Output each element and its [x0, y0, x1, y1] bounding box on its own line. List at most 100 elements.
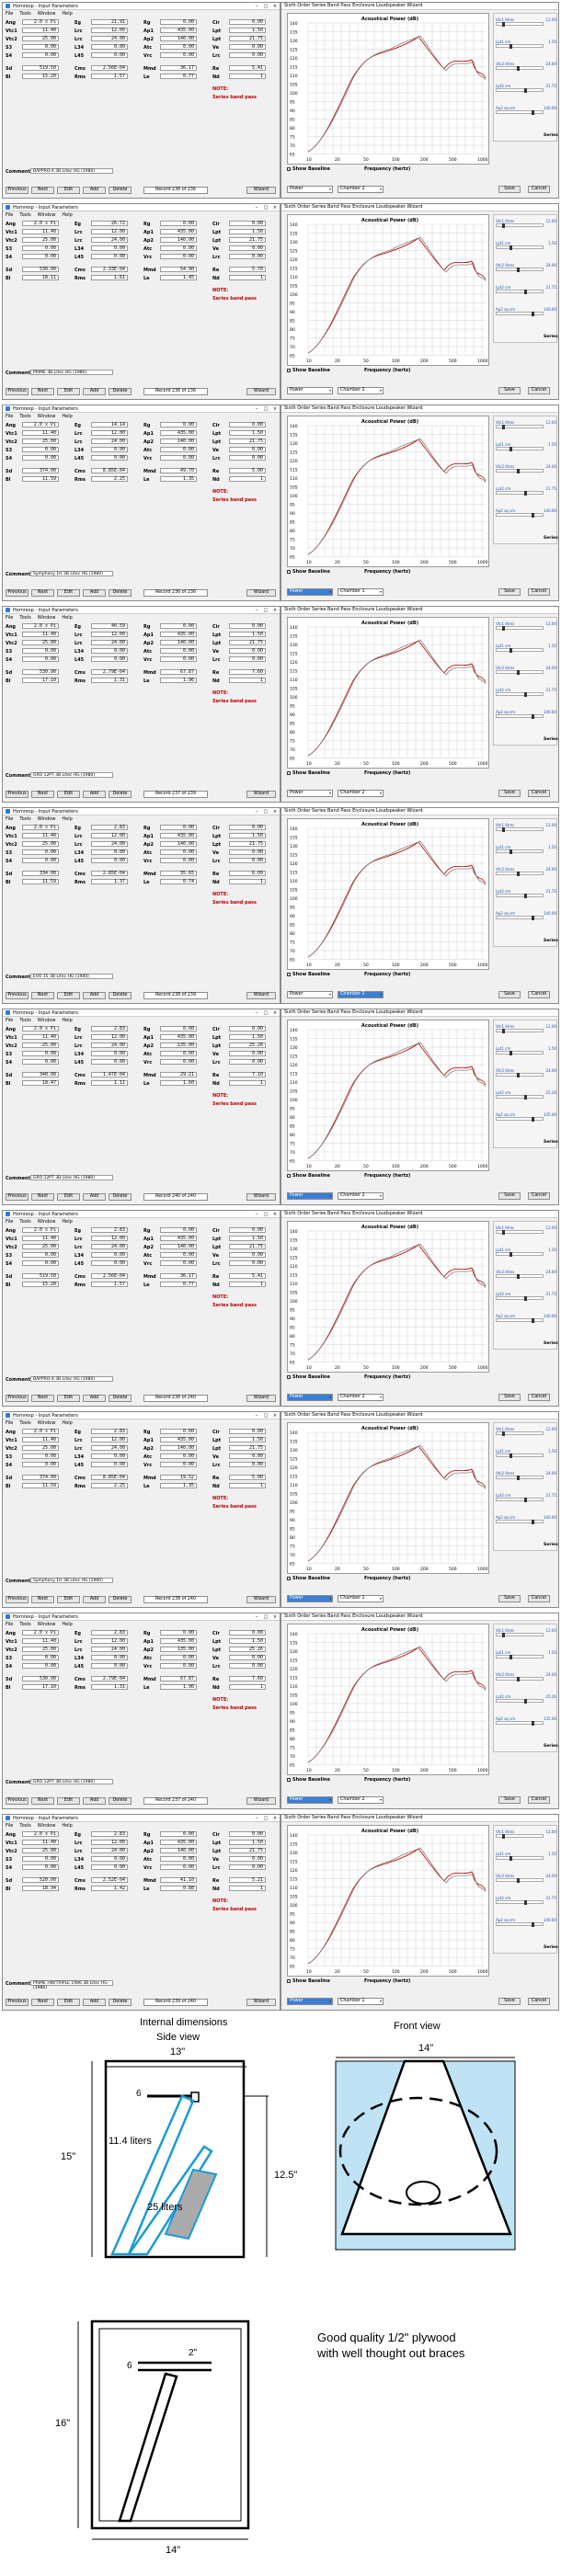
param-value[interactable]: 12.00 — [91, 1437, 128, 1442]
cancel-button[interactable]: Cancel — [528, 1192, 550, 1200]
param-value[interactable]: 0.00 — [160, 1655, 197, 1660]
nav-button[interactable]: Next — [31, 1797, 54, 1805]
param-value[interactable]: 0.00 — [91, 849, 128, 855]
param-value[interactable]: 1.50 — [229, 833, 266, 838]
show-baseline-checkbox[interactable]: Show Baseline — [287, 770, 330, 776]
save-button[interactable]: Save — [498, 387, 521, 394]
slider-track[interactable] — [496, 827, 544, 832]
param-value[interactable]: 140.00 — [160, 841, 197, 847]
save-button[interactable]: Save — [498, 1394, 521, 1401]
slider-track[interactable] — [496, 1856, 544, 1861]
slider-track[interactable] — [496, 22, 544, 27]
param-value[interactable]: 2.0 x Pi — [22, 623, 59, 629]
param-value[interactable]: 0.00 — [22, 447, 59, 452]
param-value[interactable]: 2.56E-04 — [91, 1273, 128, 1279]
param-value[interactable]: 35.65 — [160, 871, 197, 876]
checkbox-icon[interactable] — [287, 972, 291, 976]
param-value[interactable]: 0.00 — [229, 447, 266, 452]
param-value[interactable]: 36.17 — [160, 65, 197, 71]
param-value[interactable]: 2.79E-04 — [91, 669, 128, 675]
param-value[interactable]: 530.90 — [22, 669, 59, 675]
slider-thumb[interactable] — [524, 491, 527, 496]
param-value[interactable]: 0.00 — [160, 1864, 197, 1870]
checkbox-icon[interactable] — [287, 770, 291, 775]
param-value[interactable]: 0.00 — [22, 52, 59, 58]
param-value[interactable]: 519.50 — [22, 65, 59, 71]
param-value[interactable]: 2.0 x Pi — [22, 1227, 59, 1233]
param-value[interactable]: 435.00 — [160, 28, 197, 33]
param-value[interactable]: 11.40 — [22, 1638, 59, 1644]
slider-thumb[interactable] — [502, 22, 505, 27]
param-value[interactable]: 140.00 — [160, 640, 197, 645]
slider-thumb[interactable] — [509, 1051, 512, 1055]
param-value[interactable]: 0.00 — [229, 254, 266, 259]
param-value[interactable]: 0.00 — [229, 1059, 266, 1065]
menu-item[interactable]: Tools — [19, 1018, 30, 1023]
param-value[interactable]: 1 — [229, 879, 266, 884]
nav-button[interactable]: Add — [83, 1999, 106, 2006]
checkbox-icon[interactable] — [287, 1978, 291, 1983]
slider-track[interactable] — [496, 670, 544, 675]
slider-thumb[interactable] — [517, 469, 520, 473]
slider-track[interactable] — [496, 513, 544, 518]
wizard-button[interactable]: Wizard — [246, 1193, 276, 1201]
param-value[interactable]: 374.00 — [22, 1475, 59, 1480]
comment-field[interactable]: PRIME 3B Litec HG (1980) — [30, 370, 113, 375]
slider-track[interactable] — [496, 1699, 544, 1704]
plot-type-dropdown[interactable]: Power ▾ — [287, 1192, 333, 1200]
slider-thumb[interactable] — [517, 1274, 520, 1279]
param-value[interactable]: 12.00 — [91, 1840, 128, 1845]
param-value[interactable]: 6.09 — [229, 871, 266, 876]
param-value[interactable]: 0.00 — [160, 858, 197, 863]
comment-field[interactable]: GRO 12PT 3B Litec HG (1980) — [30, 1175, 113, 1180]
nav-button[interactable]: Edit — [57, 187, 80, 194]
param-value[interactable]: 0.00 — [160, 1831, 197, 1837]
wizard-button[interactable]: Wizard — [246, 1395, 276, 1402]
save-button[interactable]: Save — [498, 991, 521, 998]
param-value[interactable]: 7.60 — [229, 669, 266, 675]
cancel-button[interactable]: Cancel — [528, 991, 550, 998]
nav-button[interactable]: Delete — [109, 1395, 132, 1402]
minimize-icon[interactable]: – — [252, 1413, 261, 1419]
param-value[interactable]: 1.45 — [160, 275, 197, 280]
param-value[interactable]: 1.60 — [160, 1080, 197, 1086]
menu-item[interactable]: Help — [62, 1622, 72, 1627]
slider-track[interactable] — [496, 268, 544, 272]
param-value[interactable]: 1 — [229, 1282, 266, 1287]
param-value[interactable]: 36.17 — [160, 1273, 197, 1279]
slider-track[interactable] — [496, 1230, 544, 1235]
minimize-icon[interactable]: – — [252, 4, 261, 9]
param-value[interactable]: 0.00 — [91, 858, 128, 863]
param-value[interactable]: 11.40 — [22, 632, 59, 637]
param-value[interactable]: 1.50 — [229, 229, 266, 234]
param-value[interactable]: 1.50 — [229, 1437, 266, 1442]
show-baseline-checkbox[interactable]: Show Baseline — [287, 569, 330, 575]
param-value[interactable]: 435.00 — [160, 229, 197, 234]
comment-field[interactable]: BAPPRO-X 3B Litec HG (1980) — [30, 1376, 113, 1382]
param-value[interactable]: 0.00 — [160, 1630, 197, 1636]
param-value[interactable]: 8.85E-04 — [91, 1475, 128, 1480]
menu-item[interactable]: Help — [62, 1823, 72, 1829]
minimize-icon[interactable]: – — [252, 608, 261, 613]
param-value[interactable]: 0.00 — [229, 44, 266, 50]
param-value[interactable]: 0.00 — [160, 1429, 197, 1434]
param-value[interactable]: 0.00 — [160, 623, 197, 629]
param-value[interactable]: 14.14 — [91, 422, 128, 427]
param-value[interactable]: 12.00 — [91, 632, 128, 637]
param-value[interactable]: 2.83 — [91, 1026, 128, 1032]
plot-type-dropdown[interactable]: Power ▾ — [287, 1394, 333, 1401]
slider-track[interactable] — [496, 714, 544, 719]
slider-track[interactable] — [496, 1051, 544, 1055]
nav-button[interactable]: Edit — [57, 992, 80, 999]
param-value[interactable]: 1 — [229, 74, 266, 79]
menu-item[interactable]: File — [6, 1018, 13, 1023]
show-baseline-checkbox[interactable]: Show Baseline — [287, 1978, 330, 1984]
slider-track[interactable] — [496, 1922, 544, 1927]
slider-thumb[interactable] — [509, 1655, 512, 1659]
nav-button[interactable]: Next — [31, 1999, 54, 2006]
param-value[interactable]: 2.25 — [91, 1483, 128, 1488]
comment-field[interactable]: GRO 12PT 3B Litec HG (1980) — [30, 1779, 113, 1784]
nav-button[interactable]: Delete — [109, 992, 132, 999]
param-value[interactable]: 54.90 — [160, 267, 197, 272]
param-value[interactable]: 0.00 — [91, 1462, 128, 1467]
